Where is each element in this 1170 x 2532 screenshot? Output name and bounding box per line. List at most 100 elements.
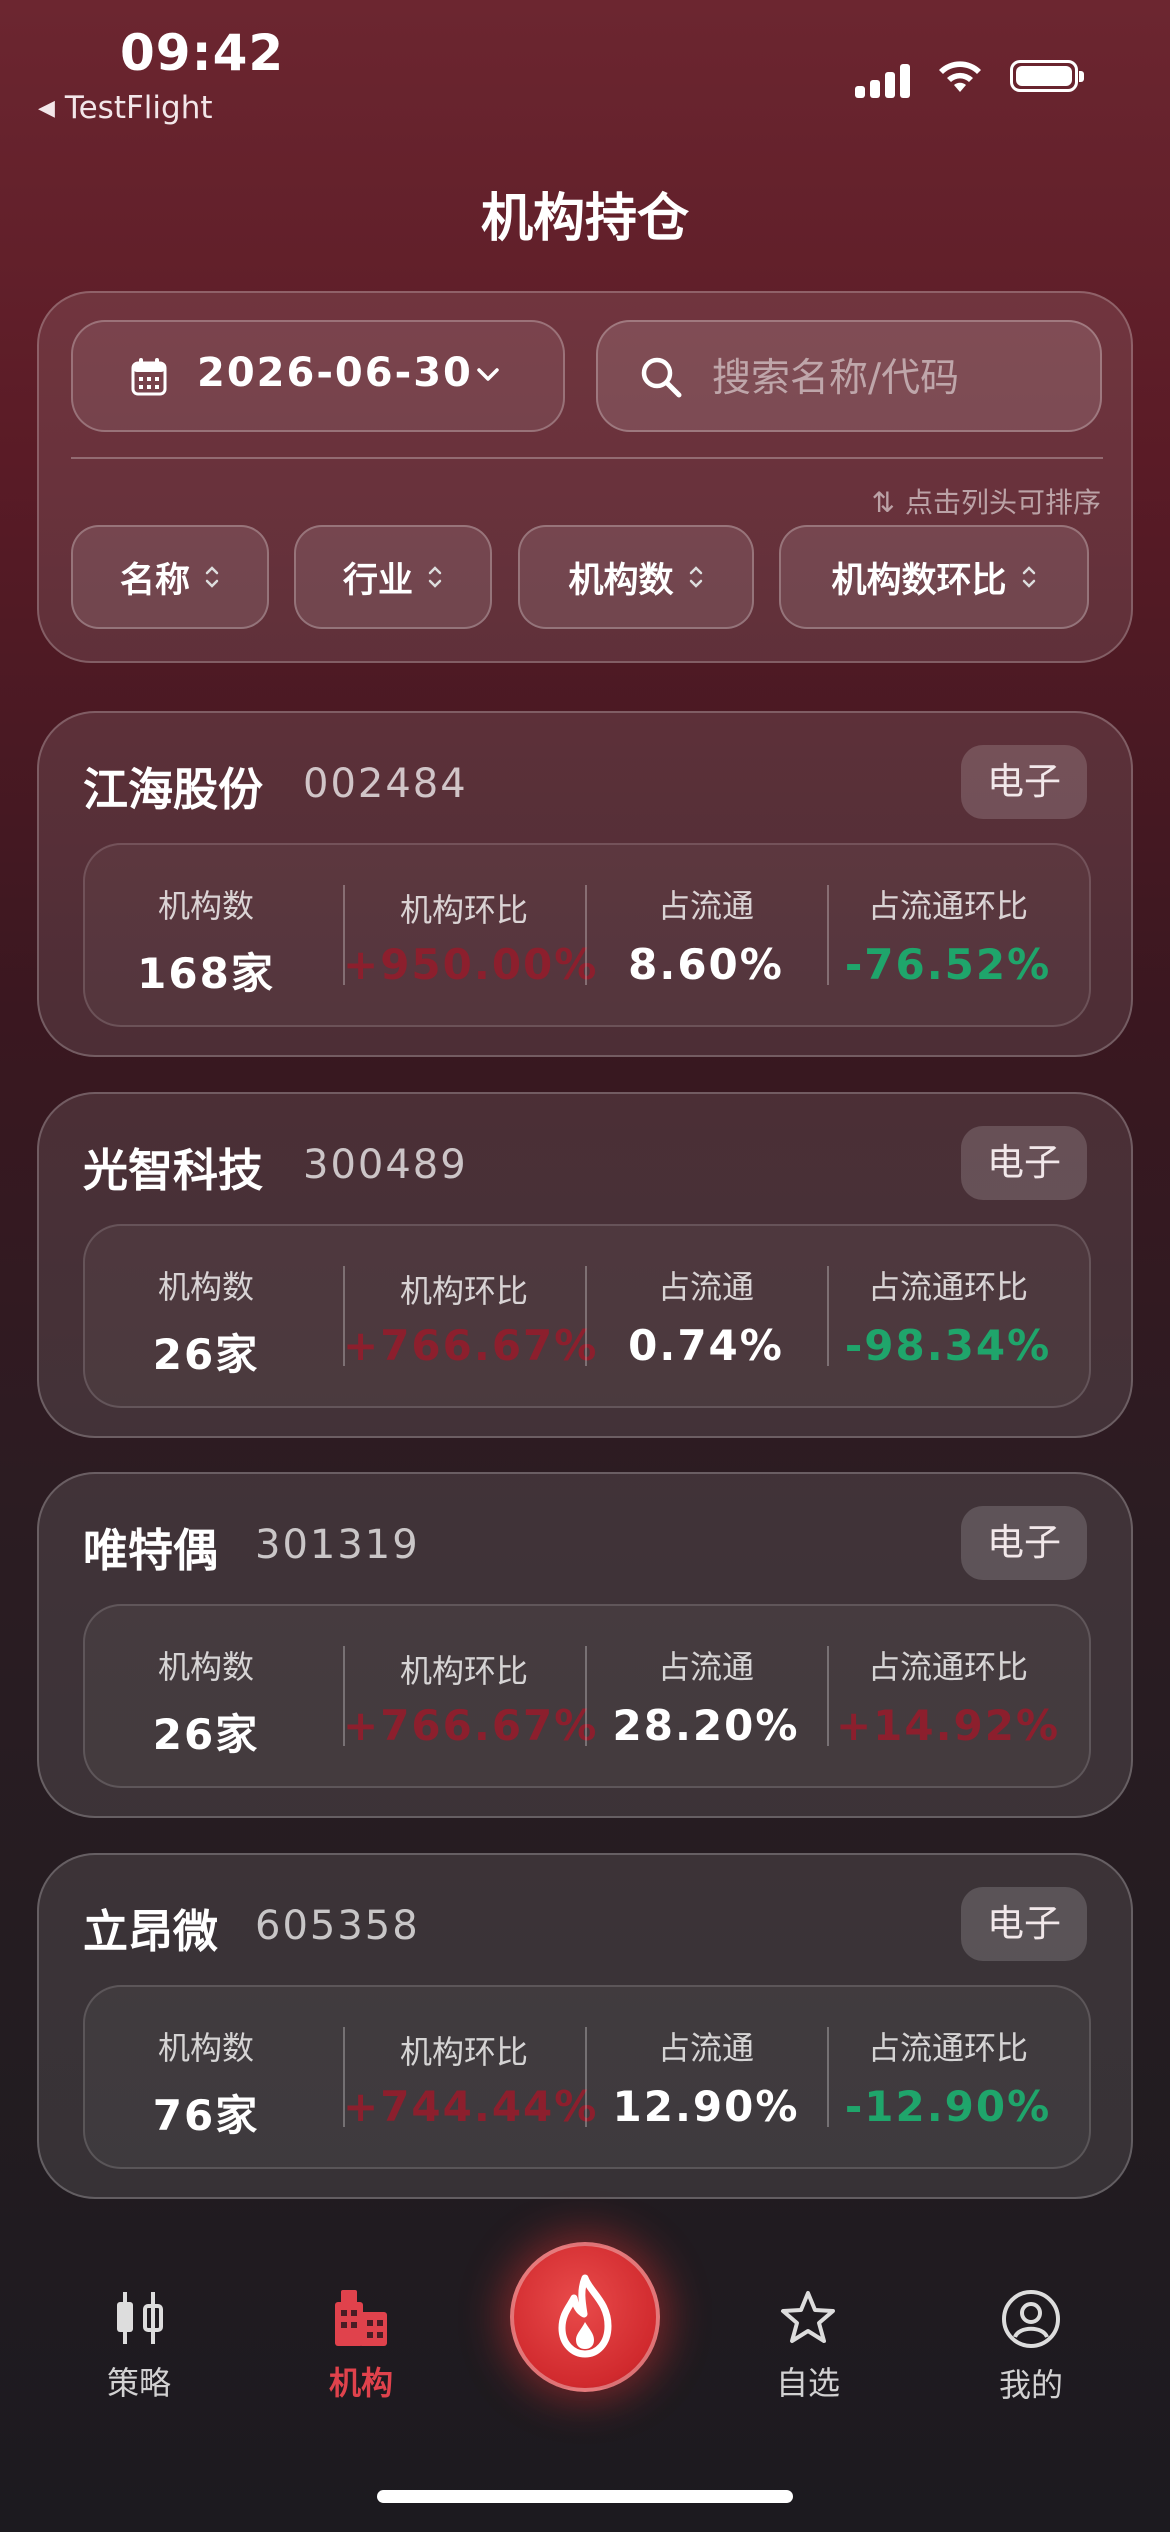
back-to-app-link[interactable]: ◀ TestFlight <box>38 90 213 126</box>
stock-name: 立昂微 <box>83 1905 219 1958</box>
stat-value: 26家 <box>152 1710 260 1759</box>
stat-label: 占流通环比 <box>867 2029 1028 2067</box>
industry-tag: 电子 <box>961 1887 1087 1961</box>
stat-label: 机构数 <box>157 1648 254 1686</box>
sort-label: 机构数 <box>568 560 674 601</box>
stats-panel: 机构数 26家 机构环比 +766.67% 占流通 0.74% 占流通环比 -98.34… <box>83 1224 1091 1408</box>
search-icon <box>641 357 682 398</box>
stock-code: 605358 <box>255 1903 420 1949</box>
tab-institutions[interactable]: 机构 <box>281 2288 441 2404</box>
stat-label: 占流通 <box>657 887 754 925</box>
stat-inst-qoq: 机构环比 +744.44% <box>343 1987 599 2171</box>
stat-value: 76家 <box>152 2091 260 2140</box>
sort-label: 机构数环比 <box>831 560 1007 601</box>
stat-float-ratio: 占流通 28.20% <box>585 1606 827 1790</box>
filter-panel: 2026-06-30 ⇅ 点击列头可排序 名称 行业 机构数 机构数环比 <box>37 291 1133 663</box>
stock-card[interactable]: 唯特偶 301319 电子 机构数 26家 机构环比 +766.67% 占流通 28.… <box>37 1472 1133 1818</box>
stat-inst-count: 机构数 168家 <box>85 845 327 1029</box>
stat-value: 168家 <box>137 949 275 998</box>
stat-label: 占流通 <box>657 1268 754 1306</box>
stats-panel: 机构数 76家 机构环比 +744.44% 占流通 12.90% 占流通环比 -12.9… <box>83 1985 1091 2169</box>
back-arrow-icon: ◀ <box>38 96 55 121</box>
sort-updown-icon <box>428 566 442 588</box>
stat-value: 28.20% <box>612 1701 800 1750</box>
stat-float-qoq: 占流通环比 -76.52% <box>827 845 1069 1029</box>
sort-updown-icon <box>1022 566 1035 588</box>
stat-label: 占流通环比 <box>867 887 1028 925</box>
home-indicator <box>377 2490 793 2503</box>
sort-label: 名称 <box>119 560 190 601</box>
star-icon <box>781 2291 835 2343</box>
stat-value: 0.74% <box>628 1321 784 1370</box>
stock-code: 002484 <box>303 761 468 807</box>
page-title: 机构持仓 <box>480 189 689 249</box>
stat-inst-count: 机构数 76家 <box>85 1987 327 2171</box>
tab-label: 机构 <box>328 2364 393 2402</box>
status-bar: 09:42 ◀ TestFlight <box>0 0 1170 140</box>
stat-label: 占流通环比 <box>867 1268 1028 1306</box>
stat-label: 机构环比 <box>399 891 528 929</box>
stat-float-qoq: 占流通环比 -12.90% <box>827 1987 1069 2171</box>
hot-center-button[interactable] <box>510 2242 660 2392</box>
stat-float-ratio: 占流通 0.74% <box>585 1226 827 1410</box>
stat-float-qoq: 占流通环比 -98.34% <box>827 1226 1069 1410</box>
sort-hint: ⇅ 点击列头可排序 <box>872 481 1101 521</box>
sort-by-name-button[interactable]: 名称 <box>71 525 269 629</box>
stat-inst-count: 机构数 26家 <box>85 1606 327 1790</box>
chevron-down-icon <box>477 368 499 381</box>
stat-float-ratio: 占流通 8.60% <box>585 845 827 1029</box>
stat-value: -12.90% <box>844 2082 1052 2131</box>
stat-inst-qoq: 机构环比 +766.67% <box>343 1226 596 1410</box>
stat-value: 26家 <box>152 1330 260 1379</box>
date-picker[interactable]: 2026-06-30 <box>71 320 565 432</box>
stat-value: +744.44% <box>343 2082 599 2131</box>
tab-label: 我的 <box>998 2366 1063 2404</box>
tab-profile[interactable]: 我的 <box>951 2288 1111 2406</box>
stat-label: 机构数 <box>157 887 254 925</box>
divider <box>71 457 1103 459</box>
industry-tag: 电子 <box>961 745 1087 819</box>
calendar-icon <box>131 358 167 396</box>
stats-panel: 机构数 26家 机构环比 +766.67% 占流通 28.20% 占流通环比 +14.9… <box>83 1604 1091 1788</box>
stat-label: 占流通 <box>657 1648 754 1686</box>
sort-label: 行业 <box>342 560 413 601</box>
sort-by-inst-qoq-button[interactable]: 机构数环比 <box>779 525 1089 629</box>
stock-name: 唯特偶 <box>83 1524 219 1577</box>
stock-name: 江海股份 <box>83 763 264 816</box>
back-app-label: TestFlight <box>64 90 213 126</box>
industry-tag: 电子 <box>961 1126 1087 1200</box>
stat-label: 占流通环比 <box>867 1648 1028 1686</box>
stat-label: 机构数 <box>157 1268 254 1306</box>
stat-float-ratio: 占流通 12.90% <box>585 1987 827 2171</box>
cellular-signal-icon <box>855 58 913 98</box>
stock-code: 301319 <box>255 1522 420 1568</box>
user-circle-icon <box>1002 2290 1060 2348</box>
stock-card[interactable]: 光智科技 300489 电子 机构数 26家 机构环比 +766.67% 占流通 0.… <box>37 1092 1133 1438</box>
stat-label: 机构环比 <box>399 1272 528 1310</box>
sort-updown-icon <box>205 566 219 588</box>
stat-float-qoq: 占流通环比 +14.92% <box>827 1606 1069 1790</box>
stat-value: -76.52% <box>844 940 1052 989</box>
candlestick-icon <box>117 2292 163 2344</box>
stock-card[interactable]: 立昂微 605358 电子 机构数 76家 机构环比 +744.44% 占流通 12.… <box>37 1853 1133 2199</box>
tab-strategy[interactable]: 策略 <box>59 2288 219 2404</box>
sort-by-inst-count-button[interactable]: 机构数 <box>518 525 754 629</box>
sort-by-industry-button[interactable]: 行业 <box>294 525 492 629</box>
search-input[interactable] <box>710 344 1084 412</box>
tab-watchlist[interactable]: 自选 <box>728 2288 888 2404</box>
selected-date: 2026-06-30 <box>197 350 473 396</box>
status-time: 09:42 <box>120 24 285 82</box>
search-box[interactable] <box>596 320 1102 432</box>
stat-value: +950.00% <box>343 940 599 989</box>
stat-label: 机构数 <box>157 2029 254 2067</box>
stat-label: 占流通 <box>657 2029 754 2067</box>
stat-value: +766.67% <box>343 1701 599 1750</box>
sort-arrows-icon: ⇅ <box>871 486 895 519</box>
stat-inst-count: 机构数 26家 <box>85 1226 327 1410</box>
stat-label: 机构环比 <box>399 2033 528 2071</box>
sort-hint-text: 点击列头可排序 <box>904 486 1101 519</box>
sort-updown-icon <box>689 566 702 588</box>
industry-tag: 电子 <box>961 1506 1087 1580</box>
stock-card[interactable]: 江海股份 002484 电子 机构数 168家 机构环比 +950.00% 占流通 8… <box>37 711 1133 1057</box>
stat-value: -98.34% <box>844 1321 1052 1370</box>
